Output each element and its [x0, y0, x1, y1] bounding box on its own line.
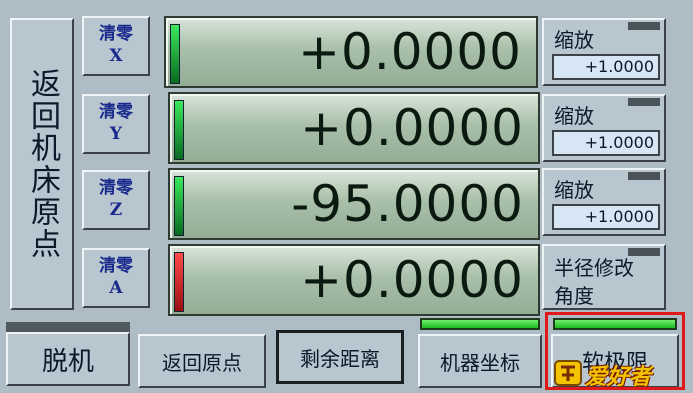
z-axis-indicator	[174, 176, 184, 236]
zero-y-label: 清零	[99, 102, 133, 122]
zero-x-label: 清零	[99, 24, 133, 44]
home-machine-label: 返回机床原点	[25, 68, 60, 260]
scale-y-led	[628, 98, 660, 106]
scale-x-label: 缩放	[554, 28, 594, 52]
watermark-text: 爱好者	[585, 364, 652, 390]
offline-status-bar	[6, 322, 130, 332]
dro-a-value: +0.0000	[300, 251, 524, 309]
scale-x-field[interactable]: +1.0000	[552, 54, 660, 80]
offline-label: 脱机	[41, 346, 94, 377]
scale-z-panel: 缩放 +1.0000	[542, 168, 666, 236]
x-axis-indicator	[170, 24, 180, 84]
dro-a-display: +0.0000	[168, 244, 540, 316]
scale-x-led	[628, 22, 660, 30]
scale-z-led	[628, 172, 660, 180]
dro-panel: 返回机床原点 清零 X 清零 Y 清零 Z 清零 A +0.0000 +0.00…	[0, 0, 693, 393]
home-machine-button[interactable]: 返回机床原点	[10, 18, 74, 310]
zero-a-button[interactable]: 清零 A	[82, 248, 150, 308]
y-axis-indicator	[174, 100, 184, 160]
angle-label: 角度	[554, 284, 594, 308]
radius-panel: 半径修改 角度	[542, 244, 666, 310]
scale-y-field[interactable]: +1.0000	[552, 130, 660, 156]
dro-z-value: -95.0000	[291, 175, 524, 233]
zero-a-label: 清零	[99, 256, 133, 276]
radius-label: 半径修改	[554, 256, 634, 280]
scale-z-field[interactable]: +1.0000	[552, 204, 660, 230]
dro-x-display: +0.0000	[164, 16, 538, 88]
machine-coords-label: 机器坐标	[440, 350, 520, 375]
zero-z-button[interactable]: 清零 Z	[82, 170, 150, 230]
zero-a-axis: A	[109, 278, 123, 298]
offline-button[interactable]: 脱机	[6, 332, 130, 386]
zero-x-button[interactable]: 清零 X	[82, 16, 150, 76]
dro-y-value: +0.0000	[300, 99, 524, 157]
dro-y-display: +0.0000	[168, 92, 540, 164]
zero-y-button[interactable]: 清零 Y	[82, 94, 150, 154]
dro-x-value: +0.0000	[298, 23, 522, 81]
zero-z-label: 清零	[99, 178, 133, 198]
scale-x-panel: 缩放 +1.0000	[542, 18, 666, 86]
scale-z-label: 缩放	[554, 178, 594, 202]
remaining-distance-button[interactable]: 剩余距离	[276, 330, 404, 384]
watermark-logo: 爱好者	[553, 357, 673, 390]
zero-x-axis: X	[109, 46, 123, 66]
a-axis-indicator	[174, 252, 184, 312]
go-home-label: 返回原点	[162, 350, 242, 375]
dro-z-display: -95.0000	[168, 168, 540, 240]
go-home-button[interactable]: 返回原点	[138, 334, 266, 388]
zero-z-axis: Z	[109, 200, 123, 220]
machine-coords-button[interactable]: 机器坐标	[418, 334, 542, 388]
scale-y-label: 缩放	[554, 104, 594, 128]
scale-y-panel: 缩放 +1.0000	[542, 94, 666, 162]
zero-y-axis: Y	[109, 124, 123, 144]
machine-coords-led	[420, 318, 540, 330]
remaining-distance-label: 剩余距离	[300, 346, 380, 371]
